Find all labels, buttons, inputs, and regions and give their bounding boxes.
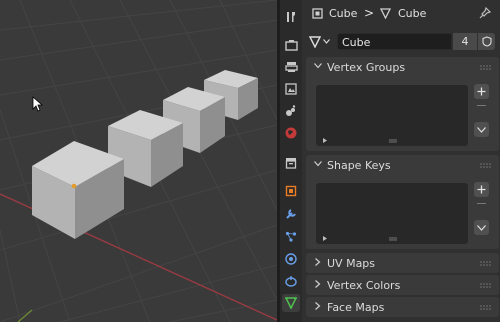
drag-grip-icon[interactable]: [480, 283, 492, 288]
pin-icon[interactable]: [479, 6, 492, 22]
world-icon[interactable]: [282, 124, 300, 142]
properties-tab-bar: [280, 0, 302, 322]
face-maps-title: Face Maps: [327, 301, 385, 314]
shape-key-specials-button[interactable]: [474, 220, 489, 235]
chevron-down-icon: [314, 161, 322, 167]
breadcrumb: Cube > Cube: [303, 0, 500, 27]
add-shape-key-button[interactable]: [474, 182, 489, 197]
chevron-down-icon: [323, 39, 330, 44]
browse-mesh-button[interactable]: [309, 33, 335, 50]
drag-grip-icon[interactable]: [480, 261, 492, 266]
shape-keys-panel: Shape Keys: [306, 155, 499, 249]
remove-vertex-group-button[interactable]: [474, 101, 489, 111]
minus-icon: [477, 105, 486, 106]
chevron-down-icon: [477, 126, 486, 133]
add-vertex-group-button[interactable]: [474, 84, 489, 99]
modifier-icon[interactable]: [282, 205, 300, 223]
breadcrumb-object-name: Cube: [329, 7, 358, 20]
chevron-right-icon: [315, 280, 321, 288]
object-data-icon[interactable]: [282, 294, 300, 312]
object-icon[interactable]: [282, 182, 300, 200]
vertex-groups-title: Vertex Groups: [327, 61, 406, 74]
particles-icon[interactable]: [282, 228, 300, 246]
vertex-colors-title: Vertex Colors: [327, 279, 401, 292]
shape-keys-title: Shape Keys: [327, 159, 391, 172]
object-origin-dot: [71, 183, 77, 189]
chevron-down-icon: [314, 63, 322, 69]
shape-keys-list[interactable]: [316, 183, 468, 244]
physics-icon[interactable]: [282, 250, 300, 268]
mesh-name-field[interactable]: Cube: [337, 33, 452, 50]
remove-shape-key-button[interactable]: [474, 199, 489, 209]
vertex-groups-panel: Vertex Groups: [306, 57, 499, 151]
face-maps-panel[interactable]: Face Maps: [306, 297, 499, 317]
drag-grip-icon[interactable]: [480, 305, 492, 310]
view-layer-icon[interactable]: [282, 80, 300, 98]
mesh-datablock-selector: Cube 4: [303, 31, 500, 53]
chevron-right-icon: [315, 258, 321, 266]
viewport-scene: [0, 0, 277, 322]
collection-icon[interactable]: [282, 154, 300, 172]
constraints-icon[interactable]: [282, 272, 300, 290]
list-options-icon[interactable]: [316, 233, 468, 244]
breadcrumb-separator: >: [364, 6, 375, 20]
shape-keys-header[interactable]: Shape Keys: [306, 155, 499, 175]
mesh-data-icon: [379, 8, 392, 22]
vertex-groups-list[interactable]: [316, 85, 468, 146]
3d-viewport[interactable]: [0, 0, 277, 322]
vertex-groups-header[interactable]: Vertex Groups: [306, 57, 499, 77]
plus-icon: [477, 185, 486, 194]
list-options-icon[interactable]: [316, 135, 468, 146]
drag-grip-icon[interactable]: [480, 163, 492, 168]
output-icon[interactable]: [282, 58, 300, 76]
render-icon[interactable]: [282, 36, 300, 54]
chevron-down-icon: [477, 224, 486, 231]
plus-icon: [477, 87, 486, 96]
object-type-icon: [312, 8, 323, 22]
user-count-button[interactable]: 4: [453, 33, 477, 50]
uv-maps-panel[interactable]: UV Maps: [306, 253, 499, 273]
fake-user-shield-icon[interactable]: [478, 33, 495, 50]
scene-icon[interactable]: [282, 102, 300, 120]
uv-maps-title: UV Maps: [327, 257, 376, 270]
properties-editor: Cube > Cube Cube 4 Vertex Groups Shape K…: [303, 0, 500, 322]
minus-icon: [477, 203, 486, 204]
chevron-right-icon: [315, 302, 321, 310]
tool-icon[interactable]: [282, 8, 300, 26]
vertex-colors-panel[interactable]: Vertex Colors: [306, 275, 499, 295]
drag-grip-icon[interactable]: [480, 65, 492, 70]
vertex-group-specials-button[interactable]: [474, 122, 489, 137]
breadcrumb-data-name: Cube: [398, 7, 427, 20]
